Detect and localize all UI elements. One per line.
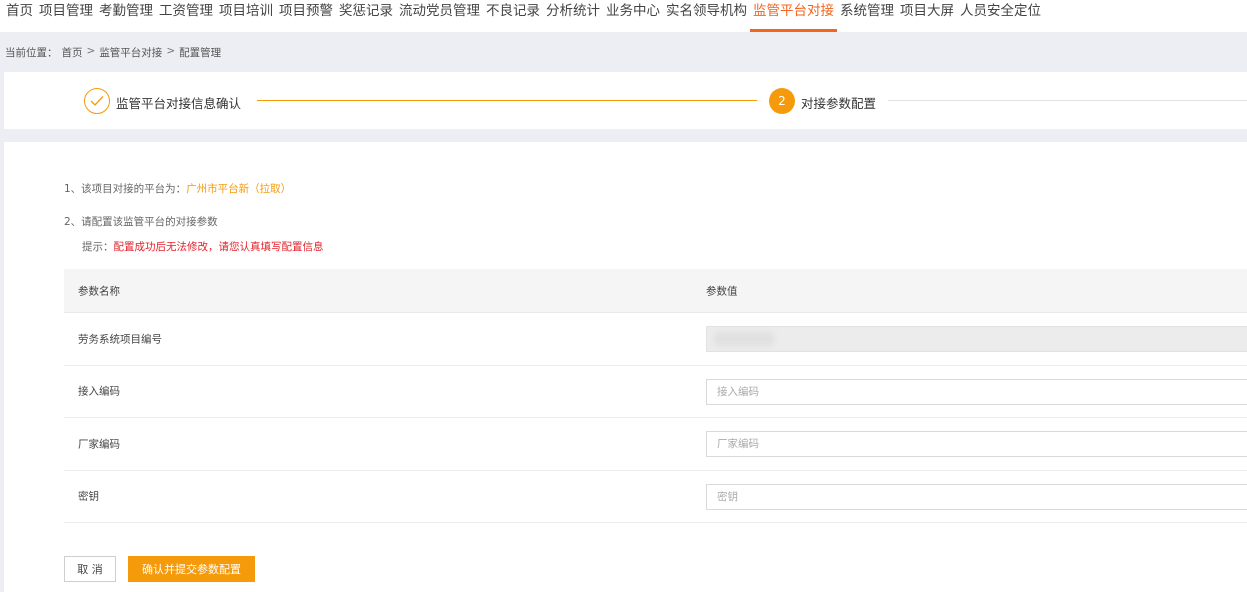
step1-label: 监管平台对接信息确认 xyxy=(116,96,242,111)
tip-warning: 配置成功后无法修改，请您认真填写配置信息 xyxy=(113,241,324,253)
secret-key-input[interactable] xyxy=(706,483,1247,510)
nav-item-safety-location[interactable]: 人员安全定位 xyxy=(957,0,1044,32)
breadcrumb-prefix: 当前位置： xyxy=(5,47,58,59)
platform-info: 1、该项目对接的平台为：广州市平台新（拉取） xyxy=(64,181,291,196)
breadcrumb-separator: > xyxy=(166,45,176,57)
table-row: 劳务系统项目编号 xyxy=(64,313,1247,366)
platform-name: 广州市平台新（拉取） xyxy=(186,183,292,195)
step2-label: 对接参数配置 xyxy=(801,96,877,111)
breadcrumb-separator: > xyxy=(86,45,96,57)
params-table: 参数名称 参数值 劳务系统项目编号 接入编码 厂家编码 密钥 xyxy=(64,269,1247,523)
nav-item-big-screen[interactable]: 项目大屏 xyxy=(897,0,957,32)
top-nav: 首页 项目管理 考勤管理 工资管理 项目培训 项目预警 奖惩记录 流动党员管理 … xyxy=(0,0,1247,32)
platform-info-prefix: 1、该项目对接的平台为： xyxy=(64,183,187,195)
param-name: 密钥 xyxy=(78,490,99,503)
steps-panel: 监管平台对接信息确认 2 对接参数配置 xyxy=(4,72,1247,129)
breadcrumb-item-config: 配置管理 xyxy=(179,47,222,59)
config-instruction: 2、请配置该监管平台的对接参数 xyxy=(64,216,218,228)
nav-item-training[interactable]: 项目培训 xyxy=(216,0,276,32)
param-name: 劳务系统项目编号 xyxy=(78,333,162,346)
param-name: 厂家编码 xyxy=(78,438,120,451)
nav-item-home[interactable]: 首页 xyxy=(0,0,36,32)
breadcrumb-item-platform[interactable]: 监管平台对接 xyxy=(99,45,162,60)
nav-item-business-center[interactable]: 业务中心 xyxy=(603,0,663,32)
cancel-button[interactable]: 取 消 xyxy=(64,556,116,582)
nav-item-leadership[interactable]: 实名领导机构 xyxy=(663,0,750,32)
breadcrumb: 当前位置： 首页 > 监管平台对接 > 配置管理 xyxy=(5,45,221,60)
table-row: 接入编码 xyxy=(64,366,1247,418)
table-row: 厂家编码 xyxy=(64,418,1247,471)
table-header: 参数名称 参数值 xyxy=(64,269,1247,313)
step-trailing-line xyxy=(888,100,1247,101)
project-number-field xyxy=(706,326,1247,352)
nav-item-system-management[interactable]: 系统管理 xyxy=(837,0,897,32)
table-row: 密钥 xyxy=(64,471,1247,523)
nav-item-warning[interactable]: 项目预警 xyxy=(276,0,336,32)
nav-item-bad-records[interactable]: 不良记录 xyxy=(483,0,543,32)
nav-item-attendance[interactable]: 考勤管理 xyxy=(96,0,156,32)
nav-item-platform-integration[interactable]: 监管平台对接 xyxy=(750,0,837,32)
tip-prefix: 提示： xyxy=(82,241,114,253)
nav-item-payroll[interactable]: 工资管理 xyxy=(156,0,216,32)
step2-circle: 2 xyxy=(769,88,795,114)
vendor-code-input[interactable] xyxy=(706,431,1247,457)
config-tip: 提示：配置成功后无法修改，请您认真填写配置信息 xyxy=(82,239,324,254)
access-code-input[interactable] xyxy=(706,378,1247,405)
step-connector xyxy=(257,100,757,101)
header-param-name: 参数名称 xyxy=(78,285,120,297)
nav-item-rewards[interactable]: 奖惩记录 xyxy=(336,0,396,32)
nav-item-analytics[interactable]: 分析统计 xyxy=(543,0,603,32)
step1-circle xyxy=(84,88,110,114)
check-icon xyxy=(90,96,104,106)
config-panel: 1、该项目对接的平台为：广州市平台新（拉取） 2、请配置该监管平台的对接参数 提… xyxy=(4,142,1247,592)
submit-config-button[interactable]: 确认并提交参数配置 xyxy=(128,556,255,582)
breadcrumb-item-home[interactable]: 首页 xyxy=(62,45,83,60)
nav-item-project-management[interactable]: 项目管理 xyxy=(36,0,96,32)
param-name: 接入编码 xyxy=(78,385,120,398)
redacted-value xyxy=(714,332,774,346)
nav-item-party-members[interactable]: 流动党员管理 xyxy=(396,0,483,32)
header-param-value: 参数值 xyxy=(706,285,738,297)
